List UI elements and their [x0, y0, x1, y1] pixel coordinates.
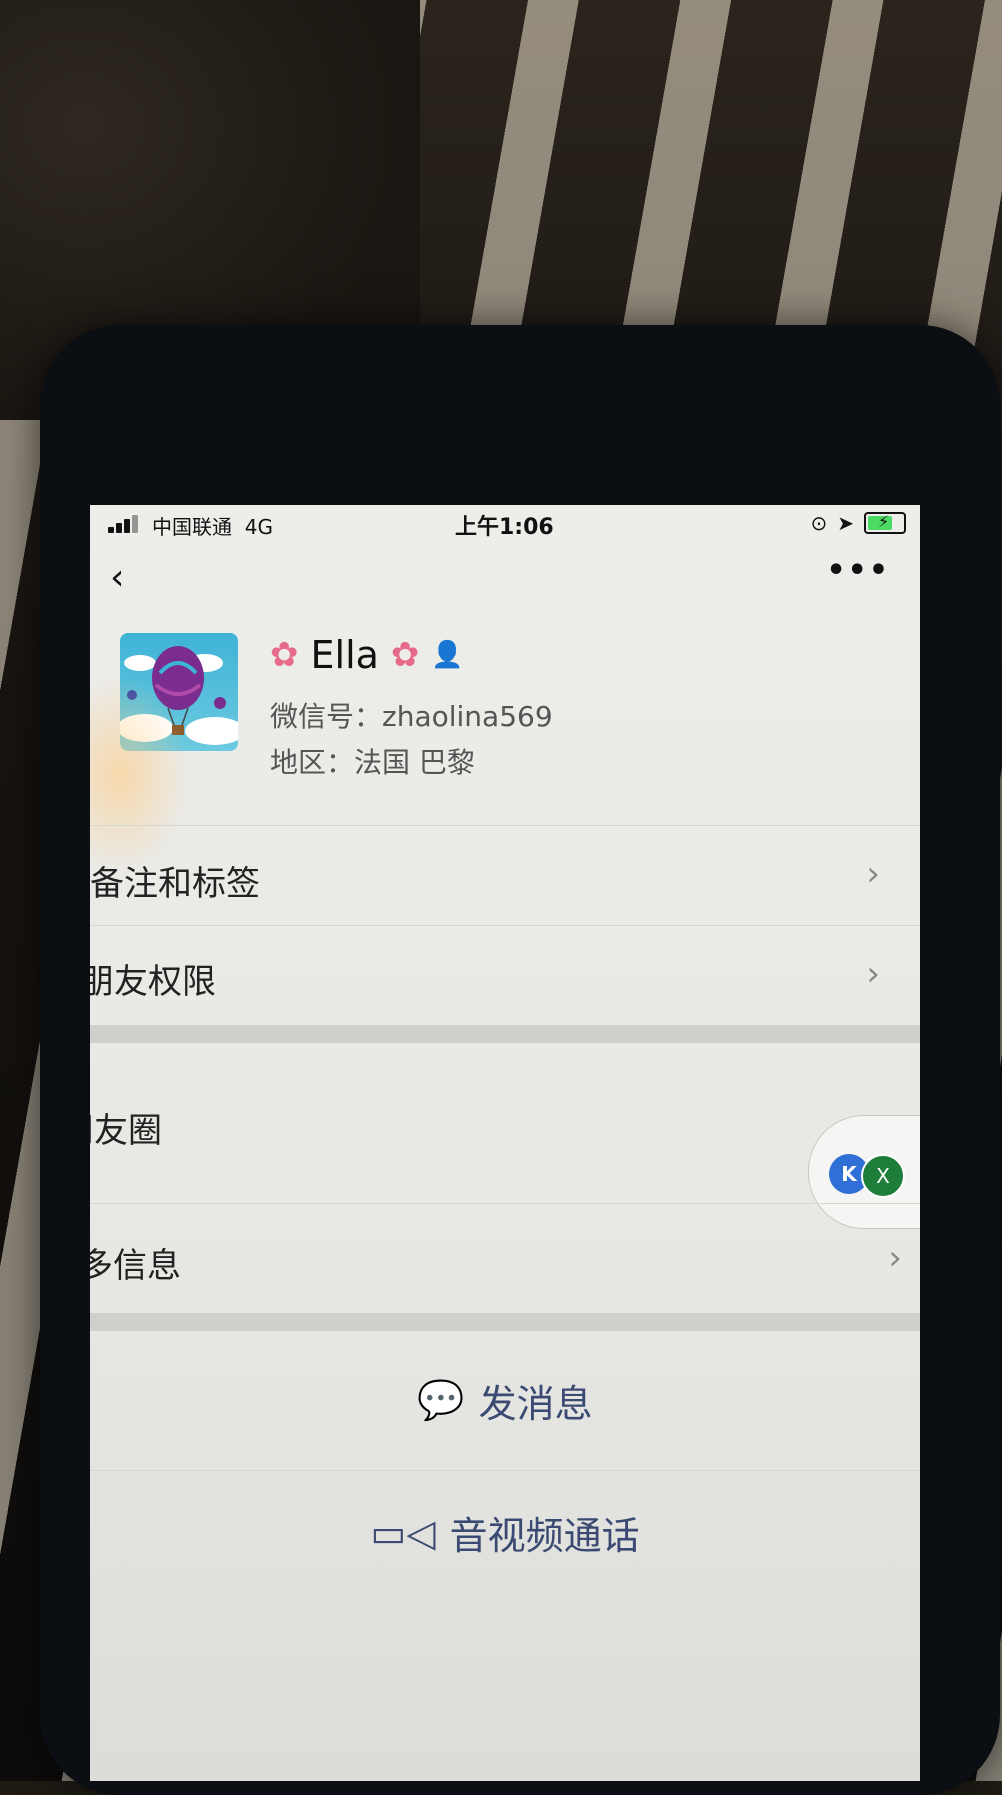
remarks-tags-label: 备注和标签	[90, 864, 260, 904]
chevron-right-icon: ›	[888, 1238, 902, 1278]
chevron-right-icon: ›	[866, 954, 880, 994]
more-info-label: 更多信息	[90, 1246, 181, 1286]
section-divider	[90, 1025, 920, 1043]
location-icon: ➤	[837, 511, 854, 535]
video-call-label: 音视频通话	[449, 1514, 640, 1558]
more-options-icon[interactable]: •••	[826, 553, 890, 588]
send-message-label: 发消息	[478, 1382, 593, 1426]
status-right-icons: ⊙ ➤ ⚡	[810, 511, 906, 535]
remarks-tags-row[interactable]: 备注和标签 ›	[90, 825, 920, 926]
flower-icon: ✿	[390, 635, 420, 675]
video-camera-icon: ▭◁	[370, 1510, 436, 1555]
person-icon: 👤	[431, 640, 464, 670]
rotation-lock-icon: ⊙	[810, 511, 828, 535]
friend-permissions-label: 朋友权限	[90, 962, 216, 1002]
battery-icon: ⚡	[864, 512, 906, 534]
status-bar: 中国联通 4G 上午1:06 ⊙ ➤ ⚡	[90, 505, 920, 545]
moments-label: 朋友圈	[90, 1111, 162, 1151]
profile-name-text: Ella	[310, 633, 379, 677]
section-divider	[90, 1313, 920, 1331]
signal-icon	[108, 513, 144, 533]
send-message-button[interactable]: 💬 发消息	[90, 1373, 920, 1428]
chat-bubble-icon: 💬	[417, 1378, 465, 1422]
status-time: 上午1:06	[455, 515, 554, 540]
floating-app-icon-b: X	[861, 1154, 905, 1198]
more-info-row[interactable]: 更多信息 ›	[90, 1203, 920, 1314]
video-call-button[interactable]: ▭◁ 音视频通话	[90, 1505, 920, 1560]
wechat-id: 微信号：zhaolina569	[270, 700, 553, 733]
region: 地区：法国 巴黎	[270, 746, 475, 779]
chevron-right-icon: ›	[866, 854, 880, 894]
friend-permissions-row[interactable]: 朋友权限 ›	[90, 925, 920, 1026]
moments-row[interactable]: 朋友圈	[90, 1043, 920, 1203]
carrier-label: 中国联通 4G	[152, 515, 273, 539]
flower-icon: ✿	[270, 635, 299, 675]
back-icon[interactable]: ‹	[110, 557, 124, 598]
profile-name: ✿ Ella ✿ 👤	[270, 633, 464, 677]
phone-screen: 中国联通 4G 上午1:06 ⊙ ➤ ⚡ ‹ ••• ✿ Ella ✿ 👤 微信…	[90, 505, 920, 1781]
